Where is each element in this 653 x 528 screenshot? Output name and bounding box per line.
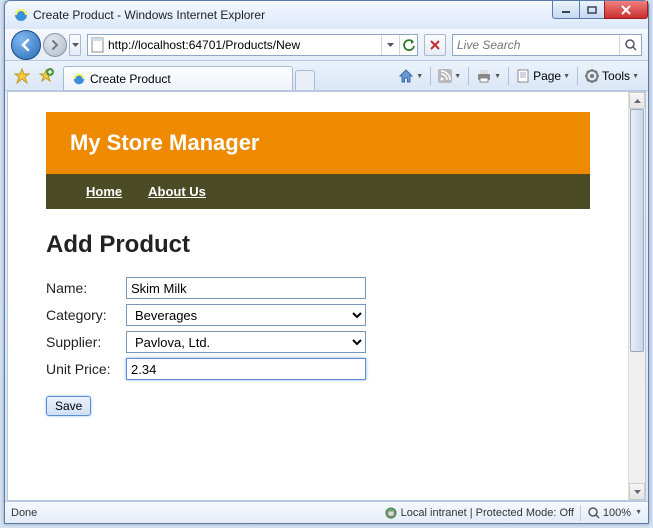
search-button[interactable] — [619, 35, 641, 55]
nav-link-about[interactable]: About Us — [148, 184, 206, 199]
scroll-track[interactable] — [629, 109, 645, 483]
ie-logo-icon — [13, 7, 29, 23]
page-icon — [90, 37, 106, 53]
address-dropdown[interactable] — [381, 35, 399, 55]
ie-logo-icon — [72, 72, 86, 86]
search-box — [452, 34, 642, 56]
save-button[interactable]: Save — [46, 396, 91, 416]
label-supplier: Supplier: — [46, 334, 126, 350]
zoom-icon — [587, 506, 601, 520]
page-viewport: My Store Manager Home About Us Add Produ… — [8, 92, 628, 500]
forward-button[interactable] — [43, 33, 67, 57]
name-input[interactable] — [126, 277, 366, 299]
label-unit-price: Unit Price: — [46, 361, 126, 377]
chevron-down-icon: ▼ — [635, 509, 642, 516]
page-menu[interactable]: Page ▼ — [513, 65, 573, 87]
new-tab-button[interactable] — [295, 70, 315, 90]
stop-button[interactable] — [424, 34, 446, 56]
close-button[interactable] — [604, 1, 648, 19]
navigation-bar — [5, 29, 648, 61]
status-text: Done — [11, 507, 37, 519]
category-select[interactable]: Beverages — [126, 304, 366, 326]
site-nav: Home About Us — [46, 174, 590, 209]
nav-link-home[interactable]: Home — [86, 184, 122, 199]
status-zone: Local intranet | Protected Mode: Off — [401, 507, 574, 519]
window-controls — [553, 1, 648, 19]
address-input[interactable] — [108, 38, 381, 52]
scroll-down-button[interactable] — [629, 483, 645, 500]
history-dropdown[interactable] — [69, 34, 81, 56]
zoom-value: 100% — [603, 507, 631, 519]
status-bar: Done Local intranet | Protected Mode: Of… — [5, 501, 648, 523]
unit-price-input[interactable] — [126, 358, 366, 380]
label-name: Name: — [46, 280, 126, 296]
browser-tab[interactable]: Create Product — [63, 66, 293, 90]
label-category: Category: — [46, 307, 126, 323]
ie-window: Create Product - Windows Internet Explor… — [4, 0, 649, 524]
minimize-button[interactable] — [552, 1, 580, 19]
maximize-button[interactable] — [579, 1, 605, 19]
print-button[interactable]: ▼ — [473, 65, 504, 87]
zoom-control[interactable]: 100% ▼ — [587, 506, 642, 520]
window-title: Create Product - Windows Internet Explor… — [33, 8, 265, 22]
command-buttons: ▼ ▼ ▼ Page ▼ Tools ▼ — [395, 65, 642, 87]
client-area: My Store Manager Home About Us Add Produ… — [7, 91, 646, 501]
scroll-thumb[interactable] — [630, 109, 644, 352]
address-bar — [87, 34, 418, 56]
home-button[interactable]: ▼ — [395, 65, 426, 87]
page-heading: Add Product — [46, 231, 590, 259]
search-input[interactable] — [453, 38, 619, 52]
vertical-scrollbar[interactable] — [628, 92, 645, 500]
site-banner: My Store Manager — [46, 112, 590, 174]
banner-title: My Store Manager — [70, 130, 260, 155]
tab-title: Create Product — [90, 72, 171, 86]
favorites-button[interactable] — [11, 65, 33, 87]
title-bar: Create Product - Windows Internet Explor… — [5, 1, 648, 29]
back-button[interactable] — [11, 30, 41, 60]
tools-menu[interactable]: Tools ▼ — [582, 65, 642, 87]
refresh-button[interactable] — [399, 35, 417, 55]
command-bar: Create Product ▼ ▼ ▼ Page ▼ — [5, 61, 648, 91]
feeds-button[interactable]: ▼ — [435, 65, 464, 87]
supplier-select[interactable]: Pavlova, Ltd. — [126, 331, 366, 353]
product-form: Name: Category: Beverages Supplier: Pavl… — [46, 277, 590, 380]
add-favorite-button[interactable] — [35, 65, 57, 87]
scroll-up-button[interactable] — [629, 92, 645, 109]
internet-zone-icon — [384, 506, 398, 520]
